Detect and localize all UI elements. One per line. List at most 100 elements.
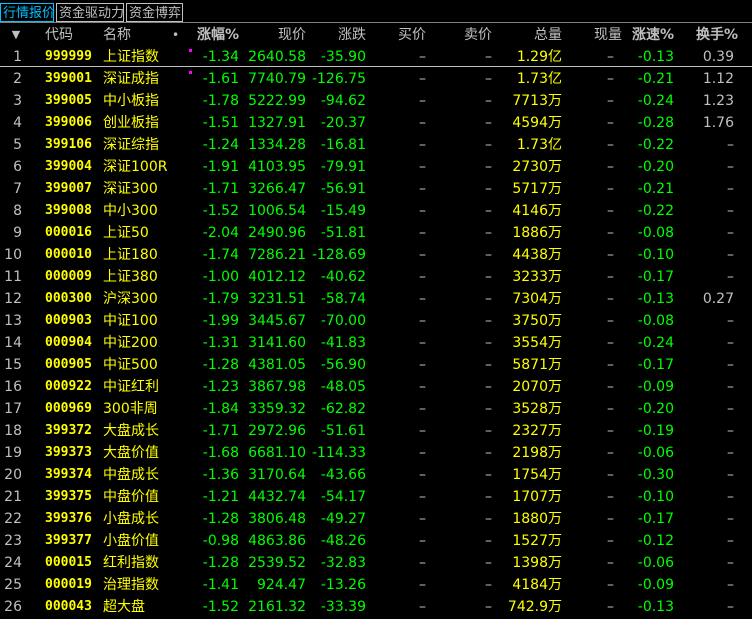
speed-pct: -0.22 — [637, 203, 674, 219]
ask-price: – — [485, 203, 492, 219]
total-volume: 4438万 — [512, 247, 562, 263]
current-volume: – — [607, 93, 614, 109]
table-row[interactable]: 22 399376 小盘成长 -1.28 3806.48 -49.27 – – 1880万 – -0… — [0, 508, 752, 530]
bid-price: – — [419, 423, 426, 439]
turnover-pct: – — [727, 313, 734, 329]
pct-change: -1.52 — [202, 599, 239, 615]
table-row[interactable]: 9 000016 上证50 -2.04 2490.96 -51.81 – – 1886万 – -0.… — [0, 222, 752, 244]
row-index: 10 — [4, 247, 22, 263]
table-row[interactable]: 14 000904 中证200 -1.31 3141.60 -41.83 – – 3554万 – -… — [0, 332, 752, 354]
bid-price: – — [419, 71, 426, 87]
price-change: -94.62 — [320, 93, 366, 109]
column-header-turnover[interactable]: 换手% — [686, 24, 738, 46]
bid-price: – — [419, 313, 426, 329]
table-row[interactable]: 4 399006 创业板指 -1.51 1327.91 -20.37 – – 4594万 – -0.… — [0, 112, 752, 134]
stock-name: 中小板指 — [103, 93, 159, 109]
stock-code: 399374 — [45, 467, 92, 482]
column-header-volume[interactable]: 总量 — [494, 24, 562, 46]
column-header-code[interactable]: 代码 — [45, 24, 73, 46]
total-volume: 1527万 — [512, 533, 562, 549]
current-volume: – — [607, 313, 614, 329]
tab-capital-drive[interactable]: 资金驱动力 — [56, 3, 124, 22]
column-header-row: ▼ 代码 名称 • 涨幅% 现价 涨跌 买价 卖价 总量 现量 涨速% 换手% — [0, 24, 752, 46]
price-change: -56.91 — [320, 181, 366, 197]
table-row[interactable]: 3 399005 中小板指 -1.78 5222.99 -94.62 – – 7713万 – -0.… — [0, 90, 752, 112]
speed-pct: -0.10 — [637, 247, 674, 263]
table-row[interactable]: 12 000300 沪深300 -1.79 3231.51 -58.74 – – 7304万 – -… — [0, 288, 752, 310]
column-header-ask[interactable]: 卖价 — [446, 24, 492, 46]
ask-price: – — [485, 555, 492, 571]
table-row[interactable]: 13 000903 中证100 -1.99 3445.67 -70.00 – – 3750万 – -… — [0, 310, 752, 332]
turnover-pct: – — [727, 203, 734, 219]
stock-name: 上证380 — [103, 269, 158, 285]
table-row[interactable]: 19 399373 大盘价值 -1.68 6681.10 -114.33 – – 2198万 – -… — [0, 442, 752, 464]
speed-pct: -0.10 — [637, 489, 674, 505]
table-row[interactable]: 20 399374 中盘成长 -1.36 3170.64 -43.66 – – 1754万 – -0… — [0, 464, 752, 486]
table-row[interactable]: 6 399004 深证100R -1.91 4103.95 -79.91 – – 2730万 – -… — [0, 156, 752, 178]
current-volume: – — [607, 269, 614, 285]
table-row[interactable]: 10 000010 上证180 -1.74 7286.21 -128.69 – – 4438万 –… — [0, 244, 752, 266]
ask-price: – — [485, 137, 492, 153]
bid-price: – — [419, 93, 426, 109]
turnover-pct: – — [727, 357, 734, 373]
current-volume: – — [607, 401, 614, 417]
current-price: 1334.28 — [248, 137, 306, 153]
table-row[interactable]: 16 000922 中证红利 -1.23 3867.98 -48.05 – – 2070万 – -0… — [0, 376, 752, 398]
ask-price: – — [485, 577, 492, 593]
table-row[interactable]: 7 399007 深证300 -1.71 3266.47 -56.91 – – 5717万 – -0… — [0, 178, 752, 200]
ask-price: – — [485, 599, 492, 615]
current-volume: – — [607, 71, 614, 87]
table-row[interactable]: 23 399377 小盘价值 -0.98 4863.86 -48.26 – – 1527万 – -0… — [0, 530, 752, 552]
ask-price: – — [485, 115, 492, 131]
table-row[interactable]: 24 000015 红利指数 -1.28 2539.52 -32.83 – – 1398万 – -0… — [0, 552, 752, 574]
price-change: -49.27 — [320, 511, 366, 527]
column-header-pct[interactable]: 涨幅% — [190, 24, 239, 46]
stock-code: 399377 — [45, 533, 92, 548]
ask-price: – — [485, 181, 492, 197]
stock-name: 中证200 — [103, 335, 158, 351]
table-row[interactable]: 18 399372 大盘成长 -1.71 2972.96 -51.61 – – 2327万 – -0… — [0, 420, 752, 442]
table-row[interactable]: 26 000043 超大盘 -1.52 2161.32 -33.39– –742.9万 – -0… — [0, 596, 752, 618]
stock-name: 上证50 — [103, 225, 149, 241]
total-volume: 1886万 — [512, 225, 562, 241]
table-row[interactable]: 17 000969 300非周 -1.84 3359.32 -62.82 – – 3528万 – -… — [0, 398, 752, 420]
table-row[interactable]: 11 000009 上证380 -1.00 4012.12 -40.62 – – 3233万 – -… — [0, 266, 752, 288]
current-price: 4381.05 — [248, 357, 306, 373]
total-volume: 5717万 — [512, 181, 562, 197]
table-row[interactable]: 2 399001 深证成指 -1.61 7740.79 -126.75 – – 1.73亿 – -0… — [0, 68, 752, 90]
table-row[interactable]: 15 000905 中证500 -1.28 4381.05 -56.90 – – 5871万 – -… — [0, 354, 752, 376]
tab-capital-game[interactable]: 资金博弈 — [126, 3, 183, 22]
column-header-bid[interactable]: 买价 — [380, 24, 426, 46]
stock-code: 399006 — [45, 115, 92, 130]
tab-quotes[interactable]: 行情报价 — [0, 3, 55, 22]
price-change: -128.69 — [311, 247, 366, 263]
table-row[interactable]: 25 000019 治理指数 -1.41 924.47 -13.26 – – 4184万 – -0.… — [0, 574, 752, 596]
speed-pct: -0.20 — [637, 401, 674, 417]
speed-pct: -0.28 — [637, 115, 674, 131]
column-header-price[interactable]: 现价 — [240, 24, 306, 46]
total-volume: 1754万 — [512, 467, 562, 483]
row-index: 19 — [4, 445, 22, 461]
stock-name: 上证指数 — [103, 49, 159, 65]
table-row[interactable]: 21 399375 中盘价值 -1.21 4432.74 -54.17 – – 1707万 – -0… — [0, 486, 752, 508]
current-price: 4103.95 — [248, 159, 306, 175]
pct-change: -1.36 — [202, 467, 239, 483]
sort-desc-icon[interactable]: ▼ — [10, 24, 22, 46]
table-row[interactable]: 8 399008 中小300 -1.52 1006.54 -15.49 – – 4146万 – -0… — [0, 200, 752, 222]
column-header-current[interactable]: 现量 — [578, 24, 622, 46]
stock-name: 小盘成长 — [103, 511, 159, 527]
column-header-change[interactable]: 涨跌 — [308, 24, 366, 46]
row-index: 9 — [13, 225, 22, 241]
ask-price: – — [485, 247, 492, 263]
speed-pct: -0.21 — [637, 181, 674, 197]
row-index: 5 — [13, 137, 22, 153]
bid-price: – — [419, 357, 426, 373]
column-header-speed[interactable]: 涨速% — [620, 24, 674, 46]
table-row[interactable]: 5 399106 深证综指 -1.24 1334.28 -16.81 – – 1.73亿 – -0.… — [0, 134, 752, 156]
stock-code: 399375 — [45, 489, 92, 504]
row-index: 14 — [4, 335, 22, 351]
table-row[interactable]: 1 999999 上证指数 -1.34 2640.58 -35.90 – – 1.29亿 – -0.… — [0, 46, 752, 68]
current-volume: – — [607, 203, 614, 219]
turnover-pct: – — [727, 445, 734, 461]
column-header-name[interactable]: 名称 — [103, 24, 131, 46]
